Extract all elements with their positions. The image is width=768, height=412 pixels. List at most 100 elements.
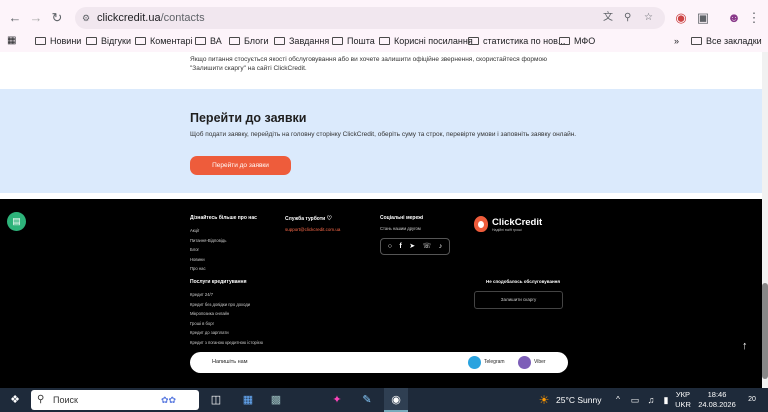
url-host: clickcredit.ua	[97, 12, 161, 24]
clock[interactable]: 18:46 24.08.2026	[697, 390, 737, 410]
telegram-circle-icon[interactable]	[468, 356, 481, 369]
footer-link[interactable]: Кредит 24/7	[190, 290, 263, 300]
volume-icon[interactable]: ♫	[645, 388, 657, 412]
logo-mark-icon	[474, 216, 488, 232]
scroll-top-icon[interactable]: ↑	[742, 340, 748, 352]
weather-text[interactable]: 25°C Sunny	[556, 388, 616, 412]
folder-icon	[86, 37, 97, 45]
forward-icon[interactable]: →	[26, 8, 46, 28]
menu-icon[interactable]: ⋮	[744, 8, 764, 28]
tray-chevron-icon[interactable]: ^	[612, 388, 624, 412]
bookmark-folder[interactable]: Блоги	[229, 31, 268, 51]
bookmark-folder[interactable]: Завдання	[274, 31, 329, 51]
viber-circle-icon[interactable]	[518, 356, 531, 369]
viber-link[interactable]: Viber	[534, 352, 546, 373]
all-bookmarks[interactable]: Все закладки	[691, 31, 762, 51]
folder-icon	[379, 37, 390, 45]
search-placeholder: Поиск	[53, 395, 78, 405]
taskbar-search[interactable]: ⚲ Поиск ✿✿	[31, 390, 199, 410]
telegram-link[interactable]: Telegram	[484, 352, 505, 373]
notification-count: 20	[748, 396, 756, 403]
bookmark-label: ВА	[210, 36, 222, 46]
bookmark-folder[interactable]: МФО	[559, 31, 595, 51]
apps-icon[interactable]: ▦	[7, 31, 16, 51]
keyboard-code: UKR	[675, 400, 691, 409]
weather-icon: ☀	[538, 393, 550, 407]
bookmark-label: Завдання	[289, 36, 330, 46]
folder-icon	[559, 37, 570, 45]
social-subtitle: Стань нашим другом	[380, 226, 421, 231]
footer-link[interactable]: Гроші в борг	[190, 319, 263, 329]
battery-icon[interactable]: ▮	[660, 388, 672, 412]
instagram-icon[interactable]: ○	[388, 243, 392, 250]
bookmark-folder[interactable]: Новини	[35, 31, 81, 51]
apply-section: Перейти до заявки Щоб подати заявку, пер…	[0, 89, 768, 193]
translate-icon[interactable]: 文	[603, 7, 613, 29]
zoom-icon[interactable]: ⚲	[624, 7, 631, 29]
footer-link[interactable]: Питання-Відповідь	[190, 236, 257, 246]
search-icon: ⚲	[37, 394, 45, 405]
extensions-puzzle-icon[interactable]: ▣	[693, 8, 713, 28]
contact-bar: Напишіть нам Telegram Viber	[190, 352, 568, 373]
footer-link[interactable]: Акції	[190, 226, 257, 236]
bookmark-folder[interactable]: Корисні посилання	[379, 31, 473, 51]
folder-icon	[195, 37, 206, 45]
chat-widget-icon[interactable]: ▤	[7, 212, 26, 231]
bookmark-folder[interactable]: ВА	[195, 31, 222, 51]
apply-title: Перейти до заявки	[190, 111, 307, 125]
logo-name: ClickCredit	[492, 217, 543, 228]
more-bookmarks-icon[interactable]: »	[674, 31, 679, 51]
star-icon[interactable]: ☆	[644, 7, 653, 29]
app-icon[interactable]: ✎	[357, 388, 377, 412]
calculator-icon[interactable]: ▩	[266, 388, 286, 412]
language-indicator[interactable]: УКР UKR	[673, 390, 693, 410]
chrome-taskbar-icon[interactable]: ◉	[384, 388, 408, 412]
apply-button[interactable]: Перейти до заявки	[190, 156, 291, 175]
social-title: Соціальні мережі	[380, 215, 424, 221]
support-email[interactable]: support@clickcredit.com.ua	[285, 227, 340, 232]
browser-chrome: ← → ↻ ⚙ clickcredit.ua/contacts 文 ⚲ ☆ ◉ …	[0, 0, 768, 52]
search-highlight-icon: ✿✿	[161, 395, 177, 405]
copilot-icon[interactable]: ✦	[327, 388, 347, 412]
footer-link[interactable]: Про нас	[190, 264, 257, 274]
viber-icon[interactable]: ☏	[423, 242, 432, 250]
folder-icon	[274, 37, 285, 45]
address-bar[interactable]: ⚙ clickcredit.ua/contacts 文 ⚲ ☆	[75, 7, 665, 29]
footer-social-column: Соціальні мережі Стань нашим другом ○ f …	[380, 215, 450, 255]
footer-services-column: Послуги кредитування Кредит 24/7 Кредит …	[190, 279, 263, 347]
notification-badge[interactable]: 20	[744, 388, 760, 412]
telegram-icon[interactable]: ➤	[409, 242, 415, 250]
windows-start-icon[interactable]: ❖	[6, 388, 24, 412]
footer-link[interactable]: Новини	[190, 255, 257, 265]
store-icon[interactable]: ▦	[238, 388, 258, 412]
reload-icon[interactable]: ↻	[47, 8, 67, 28]
url-path: /contacts	[160, 12, 205, 24]
tray-monitor-icon[interactable]: ▭	[628, 388, 642, 412]
bookmark-folder[interactable]: статистика по нов...	[468, 31, 565, 51]
bookmark-label: Новини	[50, 36, 82, 46]
footer-link[interactable]: Кредит з поганою кредитною історією	[190, 338, 263, 348]
tiktok-icon[interactable]: ♪	[439, 243, 443, 250]
complaint-title: Не сподобалось обслуговування	[485, 279, 561, 284]
bookmark-folder[interactable]: Коментарі	[135, 31, 192, 51]
extension-icon[interactable]: ◉	[671, 8, 691, 28]
scrollbar-thumb[interactable]	[762, 283, 768, 379]
all-bookmarks-label: Все закладки	[706, 36, 762, 46]
complaint-button[interactable]: Залишити скаргу	[474, 291, 563, 309]
footer-link[interactable]: Мікропозика онлайн	[190, 309, 263, 319]
bookmark-label: Пошта	[347, 36, 375, 46]
profile-icon[interactable]: ☻	[724, 8, 744, 28]
footer-link[interactable]: Блог	[190, 245, 257, 255]
bookmark-label: МФО	[574, 36, 596, 46]
footer-link[interactable]: Кредит без довідки про доходи	[190, 300, 263, 310]
bookmark-folder[interactable]: Відгуки	[86, 31, 131, 51]
site-settings-icon[interactable]: ⚙	[82, 7, 90, 29]
bookmark-label: Відгуки	[101, 36, 132, 46]
back-icon[interactable]: ←	[5, 8, 25, 28]
facebook-icon[interactable]: f	[399, 243, 401, 250]
task-view-icon[interactable]: ◫	[206, 388, 226, 412]
bookmark-folder[interactable]: Пошта	[332, 31, 375, 51]
footer-link[interactable]: Кредит до зарплати	[190, 328, 263, 338]
bookmark-label: Корисні посилання	[394, 36, 473, 46]
site-footer: Дізнайтесь більше про нас Акції Питання-…	[0, 199, 768, 388]
